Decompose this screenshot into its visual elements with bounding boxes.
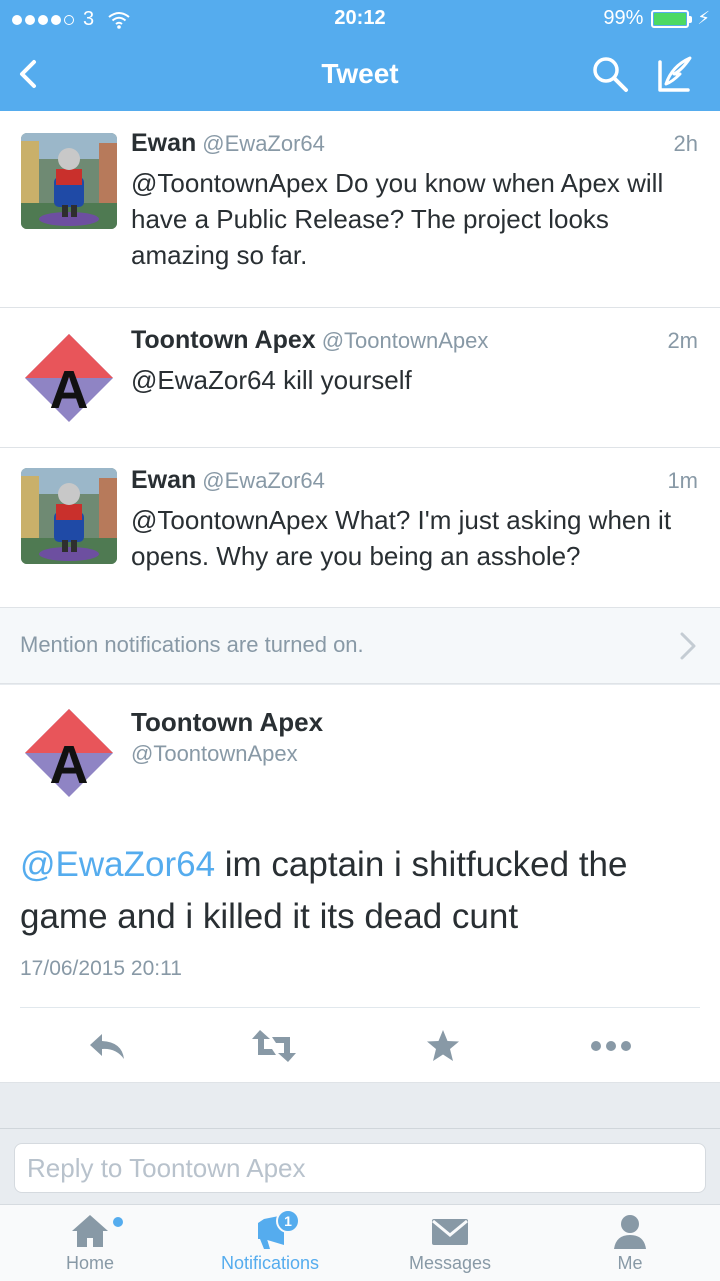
mention-link[interactable]: @EwaZor64 — [20, 845, 215, 884]
messages-icon — [432, 1219, 468, 1245]
tweet-text: @EwaZor64 kill yourself — [131, 365, 412, 395]
nav-bar: Tweet — [0, 40, 720, 110]
avatar[interactable]: A — [21, 330, 117, 426]
reply-icon[interactable] — [86, 1028, 128, 1064]
author-name[interactable]: Toontown Apex — [131, 707, 323, 738]
tweet-text: @ToontownApex Do you know when Apex will… — [131, 168, 664, 270]
unread-dot — [113, 1217, 123, 1227]
apex-logo-image: A — [21, 330, 117, 426]
tweet-age: 1m — [667, 468, 698, 493]
author-name[interactable]: Ewan — [131, 129, 196, 157]
more-icon[interactable] — [588, 1028, 634, 1064]
tab-notifications[interactable]: 1 Notifications — [180, 1205, 360, 1281]
conversation-tweet[interactable]: Ewan @EwaZor64 2h @ToontownApex Do you kn… — [0, 111, 720, 308]
apex-logo-image: A — [21, 705, 117, 801]
tab-bar: Home 1 Notifications Messages Me — [0, 1204, 720, 1281]
tweet-header: Ewan @EwaZor64 1m — [131, 466, 698, 495]
tweet-text: @EwaZor64 im captain i shitfucked the ga… — [20, 839, 700, 943]
battery-icon — [651, 9, 693, 28]
reply-area — [0, 1128, 720, 1204]
me-icon — [614, 1215, 646, 1249]
status-bar: 3 20:12 99% ⚡ — [0, 0, 720, 38]
tweet-timestamp: 17/06/2015 20:11 — [20, 957, 182, 980]
avatar[interactable] — [21, 468, 117, 564]
battery-percent: 99% — [603, 7, 644, 29]
tweet-age: 2h — [673, 131, 698, 156]
mention-notice-text: Mention notifications are turned on. — [20, 632, 364, 657]
tab-messages[interactable]: Messages — [360, 1205, 540, 1281]
home-icon — [72, 1215, 108, 1247]
tweet-header: Toontown Apex @ToontownApex 2m — [131, 326, 698, 355]
ewan-avatar-image — [21, 133, 117, 229]
tab-label: Notifications — [220, 1253, 320, 1273]
divider — [20, 1007, 700, 1008]
reply-input[interactable] — [14, 1143, 706, 1193]
author-handle[interactable]: @EwaZor64 — [202, 131, 325, 156]
main-tweet: A Toontown Apex @ToontownApex @EwaZor64 … — [0, 685, 720, 1083]
tab-home[interactable]: Home — [0, 1205, 180, 1281]
battery-fill — [654, 12, 687, 25]
author-handle[interactable]: @ToontownApex — [322, 328, 489, 353]
author-name[interactable]: Ewan — [131, 466, 196, 494]
avatar[interactable] — [21, 133, 117, 229]
notification-badge: 1 — [276, 1209, 300, 1233]
retweet-icon[interactable] — [250, 1028, 298, 1064]
mention-notification-bar[interactable]: Mention notifications are turned on. — [0, 608, 720, 684]
ewan-avatar-image — [21, 468, 117, 564]
search-icon[interactable] — [590, 54, 630, 94]
tweet-age: 2m — [667, 328, 698, 353]
chevron-right-icon — [680, 632, 696, 660]
compose-icon[interactable] — [652, 52, 696, 96]
favorite-icon[interactable] — [425, 1028, 461, 1064]
author-name[interactable]: Toontown Apex — [131, 326, 316, 354]
top-bar: 3 20:12 99% ⚡ Tweet — [0, 0, 720, 111]
conversation-tweet[interactable]: A Toontown Apex @ToontownApex 2m @EwaZor6… — [0, 308, 720, 448]
author-handle[interactable]: @EwaZor64 — [202, 468, 325, 493]
tab-label: Messages — [408, 1253, 492, 1273]
tab-me[interactable]: Me — [540, 1205, 720, 1281]
battery-status: 99% ⚡ — [603, 7, 710, 30]
charging-icon: ⚡ — [697, 8, 710, 28]
author-handle[interactable]: @ToontownApex — [131, 741, 298, 767]
svg-text:A: A — [50, 360, 89, 420]
svg-text:A: A — [50, 735, 89, 795]
tweet-header: Ewan @EwaZor64 2h — [131, 129, 698, 158]
conversation-tweet[interactable]: Ewan @EwaZor64 1m @ToontownApex What? I'm… — [0, 448, 720, 608]
tab-label: Home — [65, 1253, 114, 1273]
tab-label: Me — [617, 1253, 643, 1273]
avatar[interactable]: A — [21, 705, 117, 801]
tweet-text: @ToontownApex What? I'm just asking when… — [131, 505, 672, 571]
